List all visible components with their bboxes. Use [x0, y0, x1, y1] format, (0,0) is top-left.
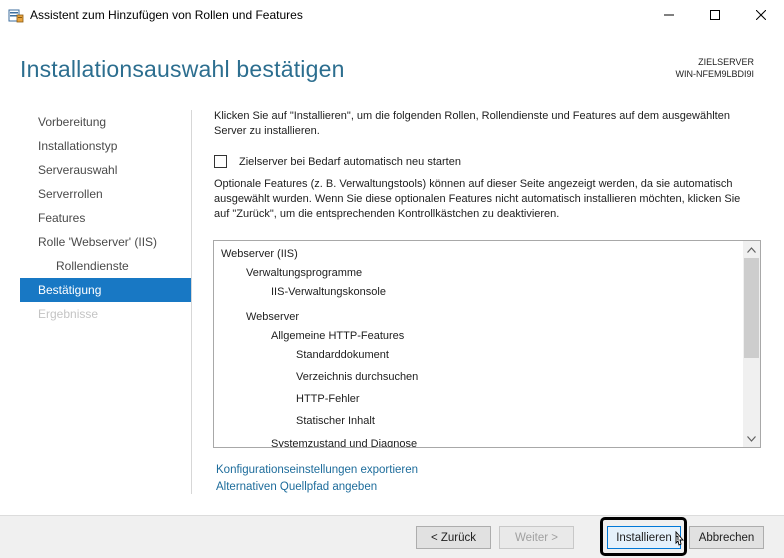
selected-features-list[interactable]: Webserver (IIS) Verwaltungsprogramme IIS… — [213, 240, 761, 448]
features-list-content: Webserver (IIS) Verwaltungsprogramme IIS… — [214, 241, 744, 447]
export-settings-link[interactable]: Konfigurationseinstellungen exportieren — [216, 464, 418, 476]
optional-features-note: Optionale Features (z. B. Verwaltungstoo… — [214, 178, 741, 220]
page-title: Installationsauswahl bestätigen — [20, 56, 345, 82]
chevron-down-icon — [747, 435, 756, 442]
maximize-button[interactable] — [692, 0, 738, 30]
nav-item-webserver-role[interactable]: Rolle 'Webserver' (IIS) — [20, 230, 191, 254]
nav-item-bestaetigung[interactable]: Bestätigung — [20, 278, 191, 302]
mouse-pointer-icon — [675, 531, 684, 546]
list-item: Verzeichnis durchsuchen — [296, 371, 419, 383]
list-item: IIS-Verwaltungskonsole — [271, 286, 386, 298]
back-button[interactable]: < Zurück — [416, 526, 491, 549]
list-item: Allgemeine HTTP-Features — [271, 330, 405, 342]
install-button[interactable]: Installieren — [607, 526, 681, 549]
maximize-icon — [710, 10, 720, 20]
list-item: HTTP-Fehler — [296, 393, 360, 405]
alternate-source-link[interactable]: Alternativen Quellpfad angeben — [216, 481, 377, 493]
minimize-button[interactable] — [646, 0, 692, 30]
list-item: Statischer Inhalt — [296, 415, 375, 427]
target-server-label: ZIELSERVER — [698, 57, 754, 67]
scroll-up-button[interactable] — [743, 241, 760, 258]
close-button[interactable] — [738, 0, 784, 30]
nav-item-serverauswahl[interactable]: Serverauswahl — [20, 158, 191, 182]
nav-divider — [191, 110, 192, 494]
cancel-button[interactable]: Abbrechen — [689, 526, 764, 549]
nav-item-features[interactable]: Features — [20, 206, 191, 230]
wizard-navigation: Vorbereitung Installationstyp Serverausw… — [20, 110, 191, 326]
list-item: Verwaltungsprogramme — [246, 267, 363, 279]
scroll-down-button[interactable] — [743, 430, 760, 447]
target-server-name: WIN-NFEM9LBDI9I — [675, 69, 754, 79]
list-item: Standarddokument — [296, 349, 389, 361]
window-title: Assistent zum Hinzufügen von Rollen und … — [30, 8, 303, 22]
list-item: Webserver (IIS) — [221, 248, 298, 260]
auto-restart-checkbox[interactable] — [214, 155, 227, 168]
list-item: Webserver — [246, 311, 299, 323]
scroll-thumb[interactable] — [744, 258, 759, 358]
list-item: Systemzustand und Diagnose — [271, 438, 418, 447]
vertical-scrollbar[interactable] — [743, 241, 760, 447]
next-button: Weiter > — [499, 526, 574, 549]
nav-item-serverrollen[interactable]: Serverrollen — [20, 182, 191, 206]
intro-text: Klicken Sie auf "Installieren", um die f… — [214, 110, 730, 137]
nav-item-rollendienste[interactable]: Rollendienste — [20, 254, 191, 278]
nav-item-installationstyp[interactable]: Installationstyp — [20, 134, 191, 158]
title-bar: Assistent zum Hinzufügen von Rollen und … — [0, 0, 784, 30]
server-manager-icon — [8, 9, 24, 23]
nav-item-vorbereitung[interactable]: Vorbereitung — [20, 110, 191, 134]
minimize-icon — [664, 14, 674, 16]
nav-item-ergebnisse: Ergebnisse — [38, 307, 99, 321]
auto-restart-option[interactable]: Zielserver bei Bedarf automatisch neu st… — [214, 155, 461, 168]
auto-restart-label[interactable]: Zielserver bei Bedarf automatisch neu st… — [239, 156, 461, 168]
chevron-up-icon — [747, 246, 756, 253]
close-icon — [756, 10, 766, 20]
